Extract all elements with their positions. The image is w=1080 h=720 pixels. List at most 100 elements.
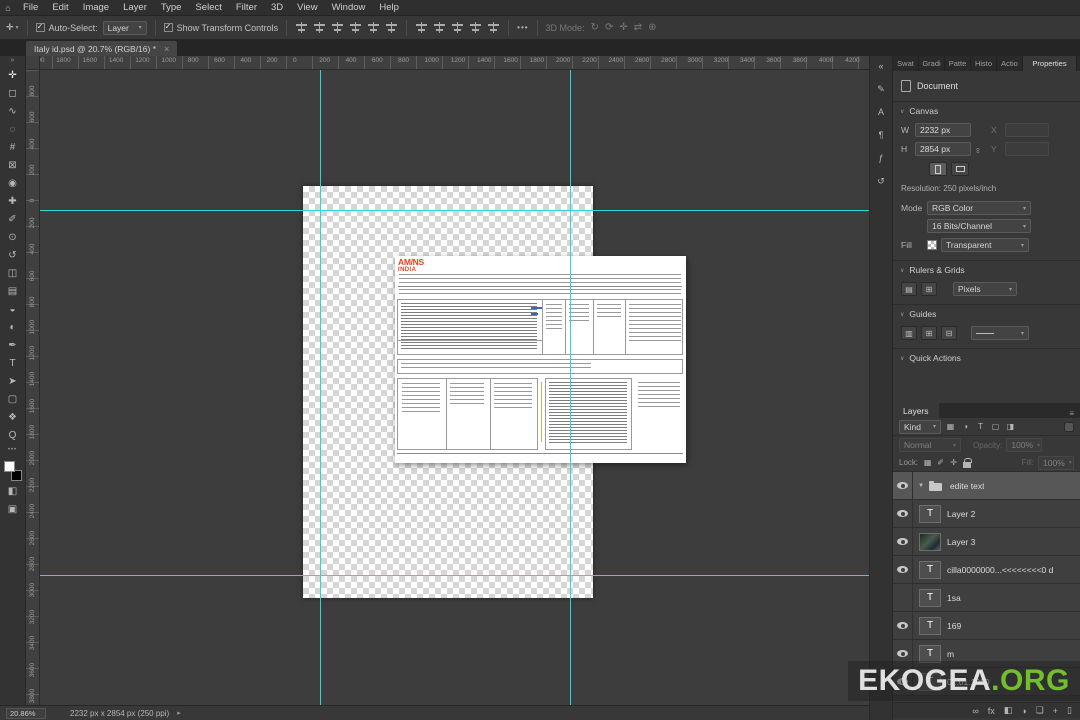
tool-shape[interactable]: ▢ xyxy=(3,391,23,407)
layer-row[interactable]: ▼ 169 xyxy=(893,612,1080,640)
guides-section-header[interactable]: ∨ Guides xyxy=(893,305,1080,323)
horizontal-ruler[interactable]: 2000180016001400120010008006004002000200… xyxy=(26,56,869,70)
visibility-toggle[interactable] xyxy=(893,612,913,639)
align-top-edges[interactable] xyxy=(349,22,363,33)
layer-thumbnail[interactable] xyxy=(919,644,941,663)
toggle-grid-button[interactable]: ⊞ xyxy=(921,282,937,296)
layer-name[interactable]: Layer 3 xyxy=(947,537,975,547)
blend-mode-dropdown[interactable]: Normal ▾ xyxy=(899,438,961,452)
portrait-orientation-button[interactable] xyxy=(929,162,947,176)
panel-tab[interactable]: Properties xyxy=(1023,56,1077,71)
orbit-3d-icon[interactable]: ↻ xyxy=(591,22,599,33)
menu-item[interactable]: View xyxy=(290,0,324,16)
filter-toggle-switch[interactable] xyxy=(1064,421,1074,432)
menu-item[interactable]: Edit xyxy=(45,0,75,16)
distribute-top-edges[interactable] xyxy=(469,22,483,33)
layer-name[interactable]: 169 xyxy=(947,621,961,631)
tool-gradient[interactable]: ▤ xyxy=(3,283,23,299)
foreground-color-swatch[interactable] xyxy=(3,461,15,472)
close-icon[interactable]: × xyxy=(164,44,169,54)
layer-thumbnail[interactable] xyxy=(919,560,941,579)
canvas-area[interactable]: AM/NS INDIA xyxy=(40,70,869,705)
auto-select-checkbox[interactable] xyxy=(35,22,45,32)
auto-select-target-dropdown[interactable]: Layer ▾ xyxy=(102,20,147,35)
tool-pen[interactable]: ✒ xyxy=(3,337,23,353)
lock-transparency-icon[interactable]: ▦ xyxy=(922,457,933,469)
menu-item[interactable]: Image xyxy=(76,0,116,16)
filter-type-layers-icon[interactable]: T xyxy=(974,420,987,433)
show-transform-checkbox[interactable] xyxy=(163,22,173,32)
visibility-toggle[interactable] xyxy=(893,500,913,527)
tool-brush[interactable]: ✐ xyxy=(3,211,23,227)
x-input[interactable] xyxy=(1005,123,1049,137)
layer-effects-icon[interactable]: fx xyxy=(988,706,995,716)
collapse-panels-icon[interactable]: « xyxy=(873,58,889,74)
tool-blur[interactable]: ◒ xyxy=(3,301,23,317)
align-vertical-centers[interactable] xyxy=(367,22,381,33)
tool-history-brush[interactable]: ↺ xyxy=(3,247,23,263)
layer-thumbnail[interactable] xyxy=(919,616,941,635)
edit-toolbar-button[interactable]: ••• xyxy=(8,447,17,453)
new-layer-icon[interactable]: + xyxy=(1053,706,1058,716)
filter-pixel-layers-icon[interactable]: ▦ xyxy=(944,420,957,433)
landscape-orientation-button[interactable] xyxy=(951,162,969,176)
layer-name[interactable]: edite text xyxy=(950,481,985,491)
link-layers-icon[interactable]: ∞ xyxy=(972,706,978,716)
distribute-spacing[interactable] xyxy=(487,22,501,33)
width-input[interactable]: 2232 px xyxy=(915,123,971,137)
paragraph-panel-icon[interactable]: ¶ xyxy=(873,127,889,143)
align-left-edges[interactable] xyxy=(295,22,309,33)
horizontal-guide[interactable] xyxy=(40,210,869,211)
distribute-horizontally[interactable] xyxy=(415,22,429,33)
tool-spot-healing[interactable]: ✚ xyxy=(3,193,23,209)
delete-layer-icon[interactable]: ▯ xyxy=(1067,705,1072,716)
layer-name[interactable]: cilla0000000...<<<<<<<<0 d xyxy=(947,565,1053,575)
menu-item[interactable]: Help xyxy=(372,0,406,16)
align-horizontal-centers[interactable] xyxy=(313,22,327,33)
menu-item[interactable]: Type xyxy=(154,0,189,16)
lock-image-icon[interactable]: ✐ xyxy=(935,457,946,469)
tool-dodge[interactable]: ◐ xyxy=(3,319,23,335)
lock-guides-button[interactable]: ⊞ xyxy=(921,326,937,340)
horizontal-guide[interactable] xyxy=(40,575,869,576)
lock-all-icon[interactable] xyxy=(963,457,973,468)
canvas-section-header[interactable]: ∨ Canvas xyxy=(893,102,1080,120)
layer-kind-dropdown[interactable]: Kind ▾ xyxy=(899,419,941,434)
tool-clone-stamp[interactable]: ⊙ xyxy=(3,229,23,245)
layer-row[interactable]: ▼ edite text xyxy=(893,472,1080,500)
slide-3d-icon[interactable]: ⇄ xyxy=(634,22,642,33)
tool-quick-selection[interactable]: ◌ xyxy=(3,121,23,137)
vertical-ruler[interactable]: 800 600 400 200 0 200 400 600 800 1000 1200 1400 160… xyxy=(26,70,40,705)
more-options-button[interactable]: ••• xyxy=(517,23,528,32)
tool-path-selection[interactable]: ➤ xyxy=(3,373,23,389)
menu-item[interactable]: Layer xyxy=(116,0,154,16)
document-tab[interactable]: Italy id.psd @ 20.7% (RGB/16) * × xyxy=(26,41,178,56)
lock-position-icon[interactable]: ✛ xyxy=(948,457,959,469)
menu-item[interactable]: Select xyxy=(188,0,228,16)
menu-item[interactable]: Window xyxy=(325,0,373,16)
y-input[interactable] xyxy=(1005,142,1049,156)
new-adjustment-layer-icon[interactable]: ◑ xyxy=(1021,706,1026,716)
fill-dropdown[interactable]: Transparent ▾ xyxy=(941,238,1029,252)
expand-toolbar-icon[interactable]: » xyxy=(11,56,15,66)
clear-guides-button[interactable]: ⊟ xyxy=(941,326,957,340)
vertical-guide[interactable] xyxy=(570,70,571,705)
toggle-guides-button[interactable]: ▥ xyxy=(901,326,917,340)
units-dropdown[interactable]: Pixels ▾ xyxy=(953,282,1017,296)
layer-thumbnail[interactable] xyxy=(928,477,944,495)
properties-target-row[interactable]: Document xyxy=(901,77,1072,95)
screen-mode-button[interactable]: ▣ xyxy=(3,501,23,517)
document-page-layer[interactable]: AM/NS INDIA xyxy=(395,256,686,463)
fill-swatch[interactable] xyxy=(927,240,937,250)
brushes-panel-icon[interactable]: ✎ xyxy=(873,81,889,97)
pan-3d-icon[interactable]: ✛ xyxy=(619,22,627,33)
visibility-toggle[interactable] xyxy=(893,556,913,583)
guide-style-dropdown[interactable]: ▾ xyxy=(971,326,1029,340)
tool-lasso[interactable]: ∿ xyxy=(3,103,23,119)
panel-tab[interactable]: Gradi xyxy=(919,56,945,71)
panel-tab[interactable]: Histo xyxy=(971,56,997,71)
tool-eyedropper[interactable]: ◉ xyxy=(3,175,23,191)
panel-tab[interactable]: Swat xyxy=(893,56,919,71)
opacity-dropdown[interactable]: 100% ▾ xyxy=(1006,438,1043,452)
new-group-icon[interactable]: ❏ xyxy=(1036,705,1044,716)
